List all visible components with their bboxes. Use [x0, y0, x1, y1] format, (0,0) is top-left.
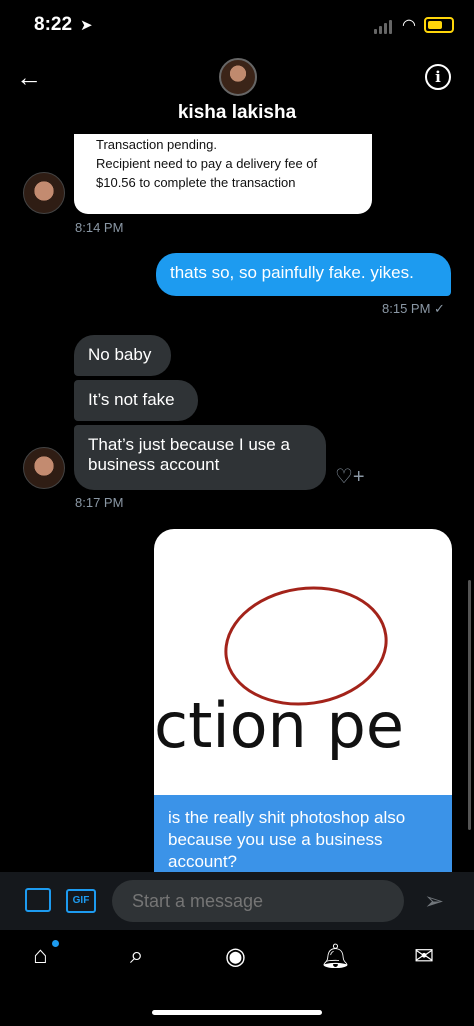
received-message[interactable]: No baby	[74, 335, 171, 376]
image-attachment[interactable]: ction pe	[154, 529, 452, 799]
home-icon[interactable]: ⌂	[33, 942, 48, 970]
image-caption[interactable]: is the really shit photoshop also becaus…	[154, 795, 452, 875]
timestamp: 8:17 PM	[75, 495, 124, 510]
back-arrow-icon[interactable]: ←	[16, 62, 42, 93]
mail-icon[interactable]: ✉	[414, 942, 434, 971]
search-icon[interactable]: ⌕	[130, 942, 143, 970]
check-icon: ✓	[434, 301, 445, 316]
contact-name[interactable]: kisha lakisha	[0, 102, 474, 124]
status-icons: ◠	[374, 15, 454, 35]
card-line: Transaction pending.	[96, 137, 217, 152]
timestamp: 8:15 PM ✓	[382, 301, 445, 317]
status-time: 8:22	[34, 14, 73, 35]
message-input[interactable]	[112, 880, 404, 922]
gif-icon[interactable]: GIF	[66, 889, 96, 913]
transaction-card[interactable]: Transaction pending. Recipient need to p…	[74, 134, 372, 214]
send-icon[interactable]: ➢	[424, 887, 444, 916]
signal-icon	[374, 16, 394, 34]
bell-icon[interactable]: 🔔︎	[320, 942, 350, 971]
wifi-icon: ◠	[402, 17, 416, 34]
info-icon[interactable]: i	[425, 64, 451, 90]
sender-avatar[interactable]	[23, 447, 65, 489]
home-indicator[interactable]	[152, 1010, 322, 1015]
card-line: Recipient need to pay a delivery fee of	[96, 156, 318, 171]
timestamp-text: 8:15 PM	[382, 301, 431, 316]
sender-avatar[interactable]	[23, 172, 65, 214]
location-arrow-icon: ➤	[80, 17, 93, 34]
contact-avatar[interactable]	[219, 58, 257, 96]
scrollbar[interactable]	[468, 580, 471, 830]
image-icon[interactable]	[25, 888, 51, 912]
notification-dot	[52, 940, 59, 947]
received-message[interactable]: That’s just because I use a business acc…	[74, 425, 326, 490]
card-line: $10.56 to complete the transaction	[96, 175, 296, 190]
spaces-icon[interactable]: ◉	[225, 942, 246, 971]
sent-message[interactable]: thats so, so painfully fake. yikes.	[156, 253, 451, 296]
heart-add-icon[interactable]: ♡+	[335, 464, 365, 489]
battery-icon	[424, 17, 454, 33]
timestamp: 8:14 PM	[75, 220, 124, 235]
received-message[interactable]: It’s not fake	[74, 380, 198, 421]
